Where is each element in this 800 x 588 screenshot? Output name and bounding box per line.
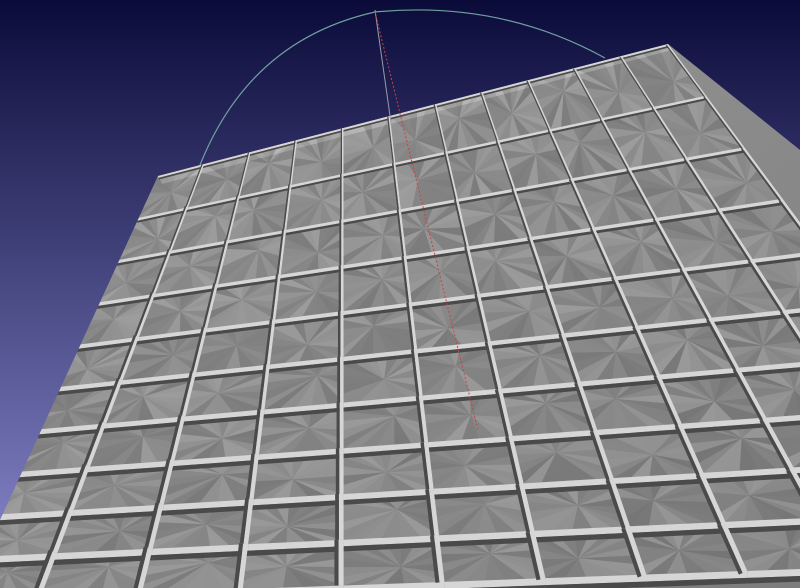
mesh-ridge-shadow: [337, 310, 341, 357]
mesh-ridge-shadow: [335, 448, 340, 494]
mesh-scene[interactable]: [0, 0, 800, 588]
mesh-ridge-shadow: [340, 173, 342, 220]
mesh-ridge-highlight: [339, 448, 344, 494]
mesh-ridge-shadow: [334, 539, 339, 586]
mesh-ridge-shadow: [335, 493, 339, 540]
mesh-ridge-shadow: [338, 265, 341, 311]
mesh-ridge-highlight: [340, 356, 344, 403]
mesh-ridge-highlight: [341, 219, 344, 266]
mesh-ridge-highlight: [340, 310, 344, 357]
3d-viewport[interactable]: [0, 0, 800, 588]
mesh-ridge-highlight: [338, 493, 344, 540]
mesh-ridge-shadow: [339, 219, 342, 266]
mesh-ridge-shadow: [337, 356, 341, 403]
mesh-ridge-highlight: [340, 265, 344, 311]
mesh-ridge-shadow: [340, 128, 342, 174]
mesh-ridge-highlight: [341, 128, 344, 174]
mesh-ridge-shadow: [336, 402, 340, 449]
mesh-ridge-highlight: [341, 173, 344, 220]
mesh-ridge-highlight: [338, 539, 344, 586]
mesh-ridge-highlight: [339, 402, 344, 449]
